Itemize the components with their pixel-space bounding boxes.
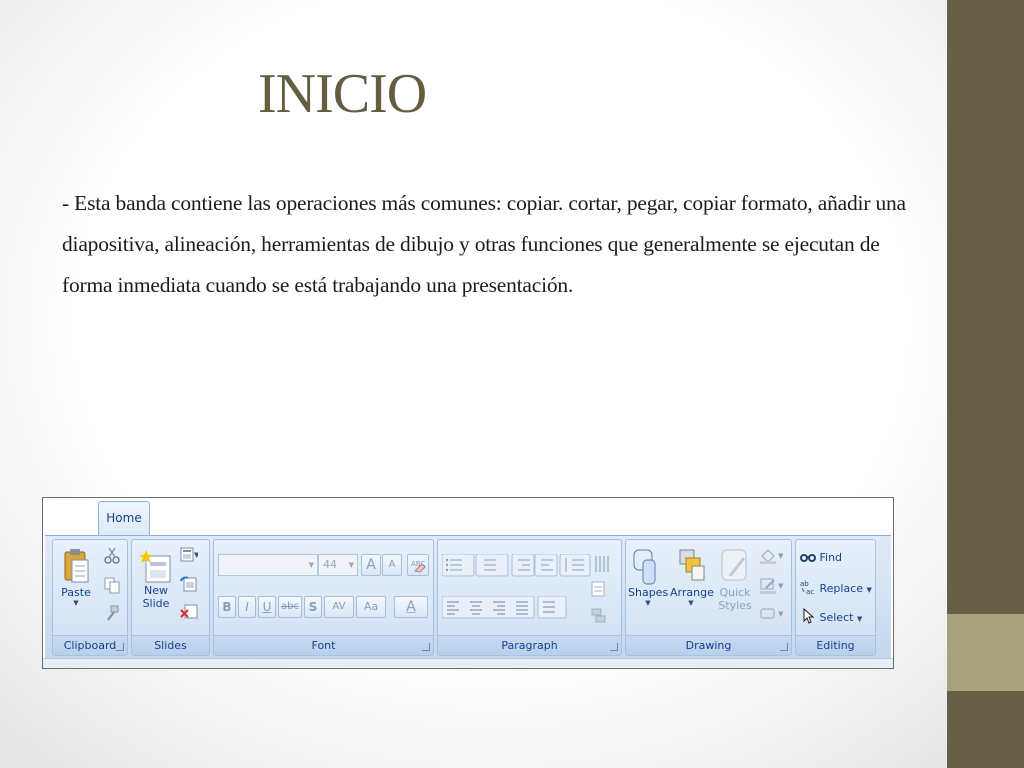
clear-formatting-icon: ABC xyxy=(411,560,426,573)
italic-button[interactable]: I xyxy=(238,596,256,618)
cut-icon[interactable] xyxy=(103,546,121,564)
quick-styles-button[interactable]: Quick Styles xyxy=(714,546,756,612)
character-spacing-button[interactable]: AV xyxy=(324,596,354,618)
new-slide-label-line2: Slide xyxy=(142,597,170,610)
format-painter-icon[interactable] xyxy=(103,604,121,622)
copy-icon[interactable] xyxy=(103,576,121,594)
slide-title: INICIO xyxy=(258,63,427,125)
paste-dropdown-arrow[interactable]: ▼ xyxy=(59,599,93,607)
group-drawing: Shapes ▼ Arrange ▼ Quick Styles ▼ ▼ ▼ Dr… xyxy=(625,539,792,656)
quick-styles-label-line2: Styles xyxy=(718,599,752,612)
group-label-slides: Slides xyxy=(132,635,209,655)
side-accent-block xyxy=(947,614,1024,691)
paste-label: Paste xyxy=(61,586,91,599)
change-case-button[interactable]: Aa xyxy=(356,596,386,618)
drawing-launcher-icon[interactable] xyxy=(780,643,788,651)
select-button[interactable]: Select ▼ xyxy=(800,607,862,628)
grow-font-button[interactable]: A xyxy=(361,554,381,576)
ribbon-screenshot: Home Paste ▼ Clipboard New Slide Slides … xyxy=(42,497,894,669)
group-clipboard: Paste ▼ Clipboard xyxy=(52,539,128,656)
strikethrough-button[interactable]: abc xyxy=(278,596,302,618)
new-slide-icon xyxy=(140,550,171,583)
arrange-label: Arrange xyxy=(670,586,714,599)
group-editing: Find ab ac Replace ▼ Select ▼ Editing xyxy=(795,539,876,656)
select-label: Select xyxy=(819,611,854,624)
font-color-button[interactable]: A xyxy=(394,596,428,618)
select-cursor-icon xyxy=(803,607,815,624)
find-button[interactable]: Find xyxy=(800,548,842,567)
paragraph-launcher-icon[interactable] xyxy=(610,643,618,651)
shadow-button[interactable]: S xyxy=(304,596,322,618)
alignment-buttons-icons xyxy=(442,596,567,619)
shapes-button[interactable]: Shapes ▼ xyxy=(628,546,668,607)
delete-slide-icon[interactable] xyxy=(180,602,198,620)
ribbon-body: Paste ▼ Clipboard New Slide Slides ▼ 44 … xyxy=(45,535,891,659)
svg-text:▼: ▼ xyxy=(778,552,784,560)
shape-outline-icon[interactable]: ▼ xyxy=(758,576,786,594)
group-label-editing: Editing xyxy=(796,635,875,655)
svg-text:▼: ▼ xyxy=(778,582,784,590)
paragraph-top-row-icons xyxy=(442,554,609,577)
new-slide-label-line1: New xyxy=(144,584,168,597)
align-text-icon[interactable] xyxy=(590,580,608,598)
arrange-button[interactable]: Arrange ▼ xyxy=(670,546,714,607)
reset-slide-icon[interactable] xyxy=(180,575,198,593)
replace-button[interactable]: ab ac Replace ▼ xyxy=(800,579,872,599)
svg-text:▼: ▼ xyxy=(194,551,198,559)
font-size-value: 44 xyxy=(323,558,337,571)
replace-label: Replace xyxy=(819,582,864,595)
font-size-combo[interactable]: 44 ▼ xyxy=(318,554,358,576)
clear-formatting-button[interactable]: ABC xyxy=(407,554,429,576)
quick-styles-icon xyxy=(721,549,747,581)
find-icon xyxy=(800,554,816,562)
shape-effects-icon[interactable]: ▼ xyxy=(758,604,786,622)
font-name-combo[interactable]: ▼ xyxy=(218,554,318,576)
ribbon-tab-strip: Home xyxy=(43,498,893,536)
paste-icon xyxy=(64,549,89,583)
font-launcher-icon[interactable] xyxy=(422,643,430,651)
svg-text:ab: ab xyxy=(800,580,809,588)
arrange-dropdown-arrow[interactable]: ▼ xyxy=(670,599,712,607)
group-paragraph: Paragraph xyxy=(437,539,622,656)
group-label-font: Font xyxy=(214,635,433,655)
new-slide-button[interactable]: New Slide xyxy=(136,548,176,610)
shapes-label: Shapes xyxy=(628,586,669,599)
layout-icon[interactable]: ▼ xyxy=(180,546,198,564)
svg-text:ac: ac xyxy=(806,588,814,595)
group-label-drawing: Drawing xyxy=(626,635,791,655)
shape-fill-icon[interactable]: ▼ xyxy=(758,546,786,564)
group-font: ▼ 44 ▼ A A ABC B I U abc S AV Aa A Font xyxy=(213,539,434,656)
svg-text:▼: ▼ xyxy=(778,610,784,618)
shapes-dropdown-arrow[interactable]: ▼ xyxy=(628,599,668,607)
quick-styles-label-line1: Quick xyxy=(719,586,751,599)
ribbon-bottom-edge xyxy=(43,658,893,668)
arrange-icon xyxy=(679,549,705,581)
bold-button[interactable]: B xyxy=(218,596,236,618)
group-slides: New Slide ▼ Slides xyxy=(131,539,210,656)
tab-home[interactable]: Home xyxy=(98,501,150,536)
paste-button[interactable]: Paste ▼ xyxy=(59,546,93,607)
group-label-paragraph: Paragraph xyxy=(438,635,621,655)
smartart-icon[interactable] xyxy=(590,606,608,624)
find-label: Find xyxy=(819,551,843,564)
shrink-font-button[interactable]: A xyxy=(382,554,402,576)
slide-body-text: - Esta banda contiene las operaciones má… xyxy=(62,191,906,297)
shapes-icon xyxy=(633,549,656,585)
clipboard-launcher-icon[interactable] xyxy=(116,643,124,651)
replace-icon: ab ac xyxy=(800,580,814,596)
underline-button[interactable]: U xyxy=(258,596,276,618)
